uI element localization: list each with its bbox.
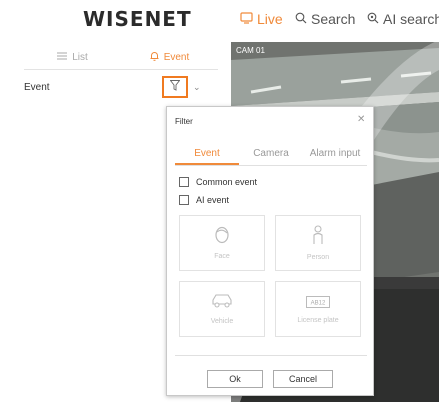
top-bar: WISENET Live Search AI search <box>0 0 439 38</box>
dialog-divider <box>175 355 367 356</box>
nav-live[interactable]: Live <box>240 11 283 27</box>
tab-event-label: Event <box>163 52 190 63</box>
nav-live-label: Live <box>257 11 283 27</box>
common-event-checkbox[interactable] <box>179 177 189 187</box>
nav-search[interactable]: Search <box>295 11 355 27</box>
ai-search-icon <box>367 11 379 27</box>
nav-ai-search[interactable]: AI search <box>367 11 439 27</box>
common-event-label: Common event <box>196 177 258 187</box>
ai-event-checkbox-row[interactable]: AI event <box>179 195 229 205</box>
license-plate-icon-text: AB12 <box>311 300 326 306</box>
ai-type-face-label: Face <box>214 253 230 260</box>
tab-event[interactable]: Event <box>121 46 218 69</box>
filter-dialog: Filter ✕ Event Camera Alarm input Common… <box>166 106 374 396</box>
panel-tabs: List Event <box>24 46 218 70</box>
camera-label: CAM 01 <box>236 46 265 55</box>
monitor-icon <box>240 11 253 27</box>
vehicle-icon <box>211 293 233 314</box>
close-icon[interactable]: ✕ <box>357 114 365 125</box>
dialog-title: Filter <box>175 117 193 126</box>
tab-list-label: List <box>72 52 88 63</box>
nav-search-label: Search <box>311 11 356 27</box>
ai-type-vehicle-label: Vehicle <box>210 318 234 325</box>
face-icon <box>214 226 230 249</box>
cancel-button[interactable]: Cancel <box>273 370 333 388</box>
ai-type-person-label: Person <box>306 254 330 261</box>
ai-type-vehicle[interactable]: Vehicle <box>179 281 265 337</box>
chevron-down-icon[interactable]: ⌄ <box>193 82 201 93</box>
list-icon <box>57 52 68 63</box>
ai-event-label: AI event <box>196 195 230 205</box>
ai-event-checkbox[interactable] <box>179 195 189 205</box>
filter-button[interactable] <box>162 76 188 98</box>
ai-type-license-plate-label: License plate <box>297 316 339 324</box>
tab-list[interactable]: List <box>24 46 121 69</box>
app-logo: WISENET <box>83 7 192 31</box>
ai-type-face[interactable]: Face <box>179 215 265 271</box>
dialog-tab-alarm-input[interactable]: Alarm input <box>303 142 367 165</box>
bell-icon <box>150 51 159 64</box>
common-event-checkbox-row[interactable]: Common event <box>179 177 257 187</box>
filter-icon <box>169 78 181 96</box>
dialog-tabs: Event Camera Alarm input <box>175 142 367 166</box>
nav-ai-label: AI search <box>383 11 439 27</box>
dialog-tab-camera[interactable]: Camera <box>239 142 303 165</box>
person-icon <box>311 225 325 250</box>
search-icon <box>295 11 307 27</box>
license-plate-icon: AB12 <box>306 295 330 313</box>
ai-type-license-plate[interactable]: AB12 License plate <box>275 281 361 337</box>
ok-button[interactable]: Ok <box>207 370 263 388</box>
dialog-tab-event[interactable]: Event <box>175 142 239 165</box>
ai-type-person[interactable]: Person <box>275 215 361 271</box>
event-row-label: Event <box>24 82 50 93</box>
event-row[interactable]: Event ⌄ <box>24 76 231 98</box>
